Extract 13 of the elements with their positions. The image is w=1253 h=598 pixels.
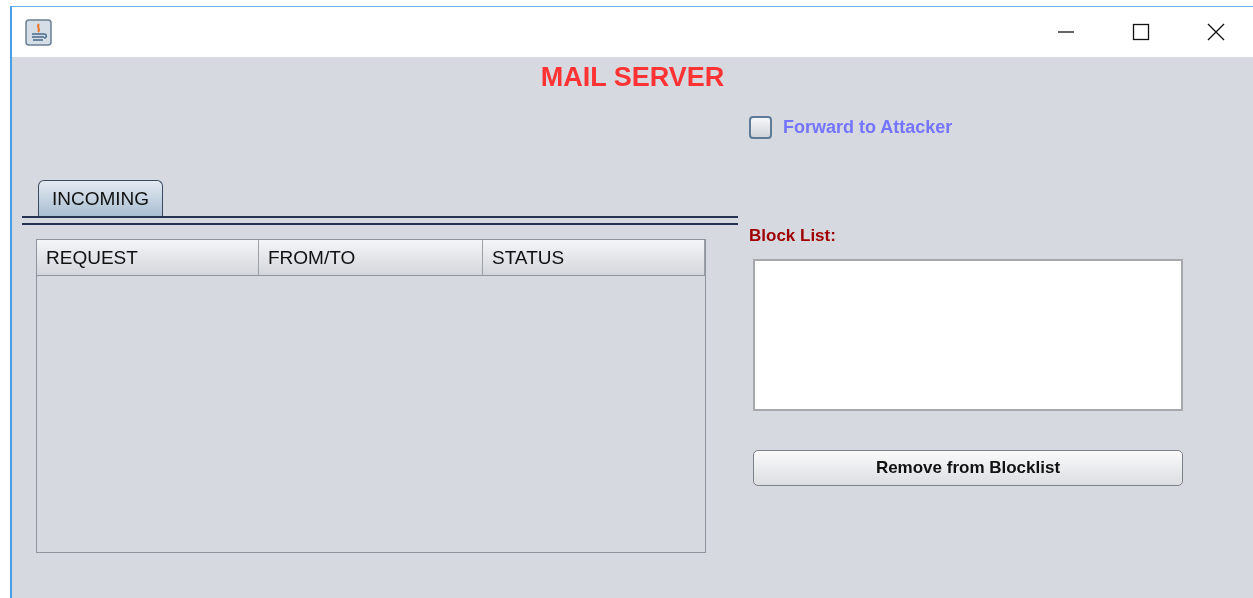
app-heading: MAIL SERVER [540,62,725,92]
maximize-icon [1131,23,1150,41]
tab[interactable]: INCOMING [38,180,164,216]
minimize-icon [1057,31,1074,33]
app-icon [25,18,52,46]
checkbox[interactable] [749,116,772,139]
column-header[interactable]: FROM/TO [259,240,483,275]
block-list-label: Block List: [749,226,836,246]
block-list[interactable] [753,259,1183,411]
remove-button[interactable]: Remove from Blocklist [753,450,1183,486]
column-header[interactable]: STATUS [483,240,705,275]
column-header[interactable]: REQUEST [37,240,259,275]
close-icon [1206,23,1225,41]
